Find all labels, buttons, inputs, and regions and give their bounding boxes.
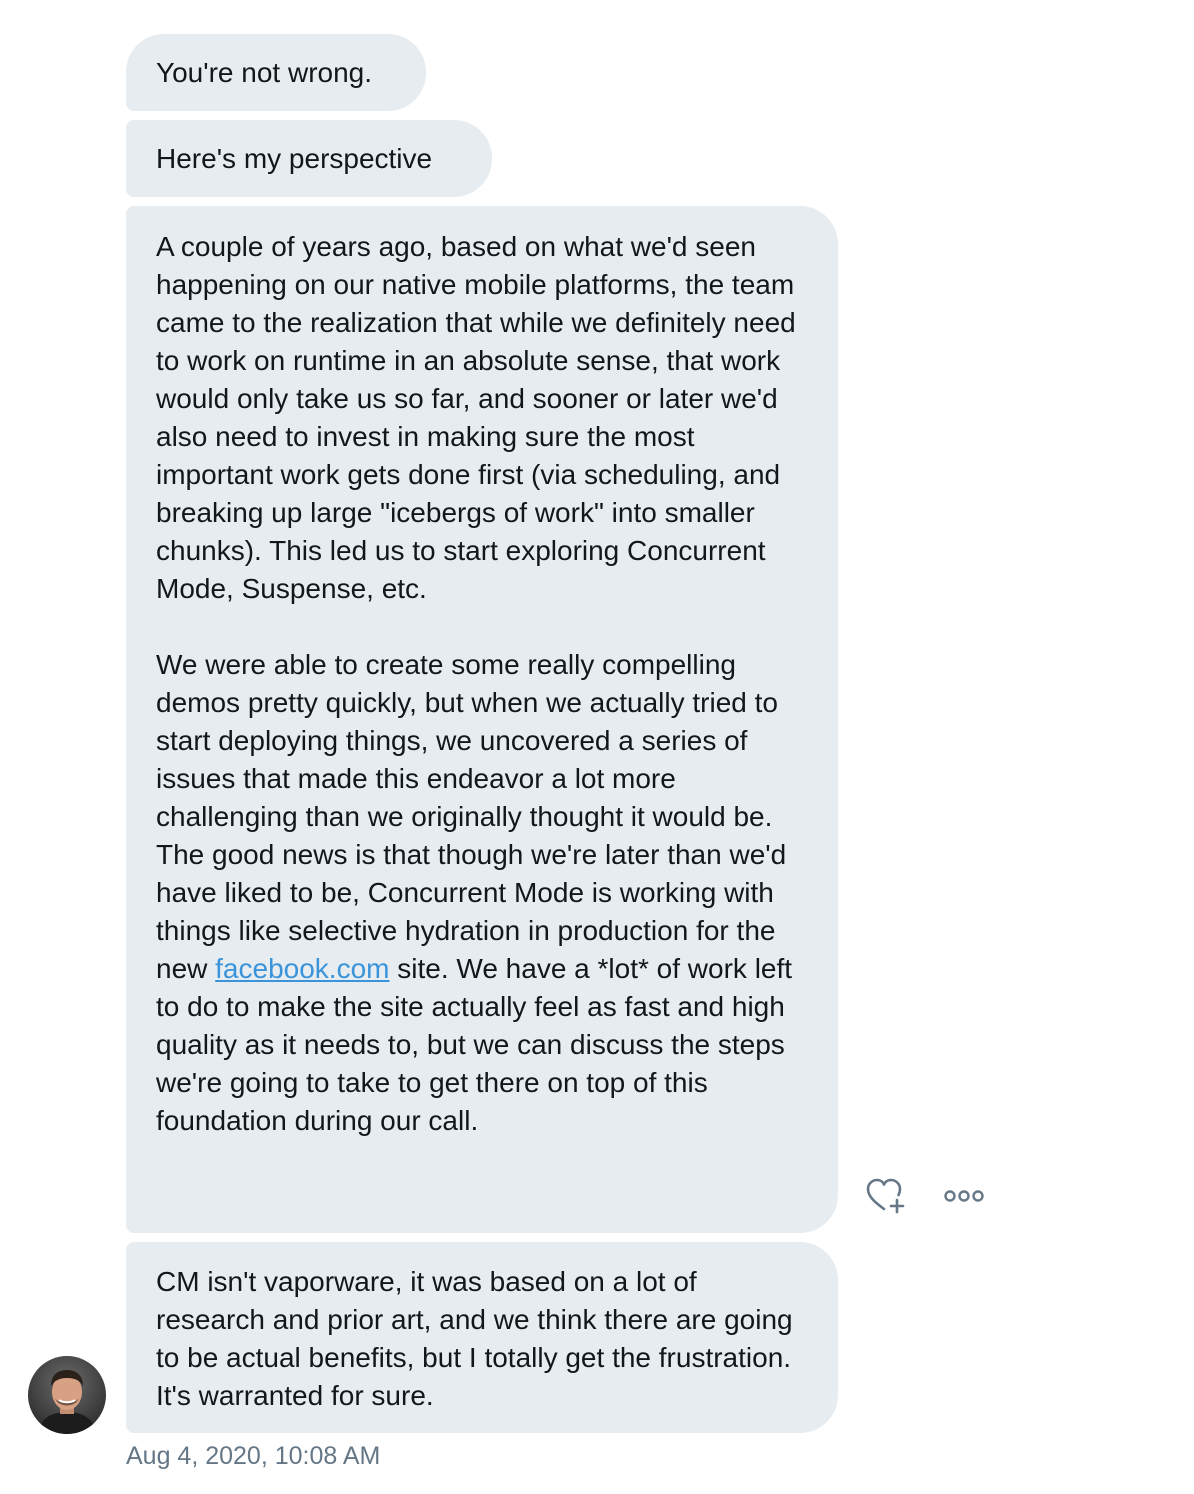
message-bubble: CM isn't vaporware, it was based on a lo… (126, 1242, 838, 1433)
message-bubble: Here's my perspective (126, 120, 492, 197)
message-actions (864, 1176, 986, 1216)
heart-plus-icon[interactable] (864, 1176, 908, 1216)
more-icon[interactable] (942, 1176, 986, 1216)
message-bubble: You're not wrong. (126, 34, 426, 111)
message-text-segment: We were able to create some really compe… (156, 649, 787, 984)
message-text: You're not wrong. (156, 57, 373, 88)
message-paragraph: A couple of years ago, based on what we'… (156, 231, 796, 604)
message-timestamp: Aug 4, 2020, 10:08 AM (126, 1442, 381, 1470)
message-text: CM isn't vaporware, it was based on a lo… (156, 1266, 793, 1411)
message-bubble: A couple of years ago, based on what we'… (126, 206, 838, 1233)
facebook-link[interactable]: facebook.com (215, 953, 389, 984)
message-text: Here's my perspective (156, 143, 433, 174)
avatar[interactable] (28, 1356, 106, 1434)
message-paragraph: We were able to create some really compe… (156, 646, 810, 1140)
